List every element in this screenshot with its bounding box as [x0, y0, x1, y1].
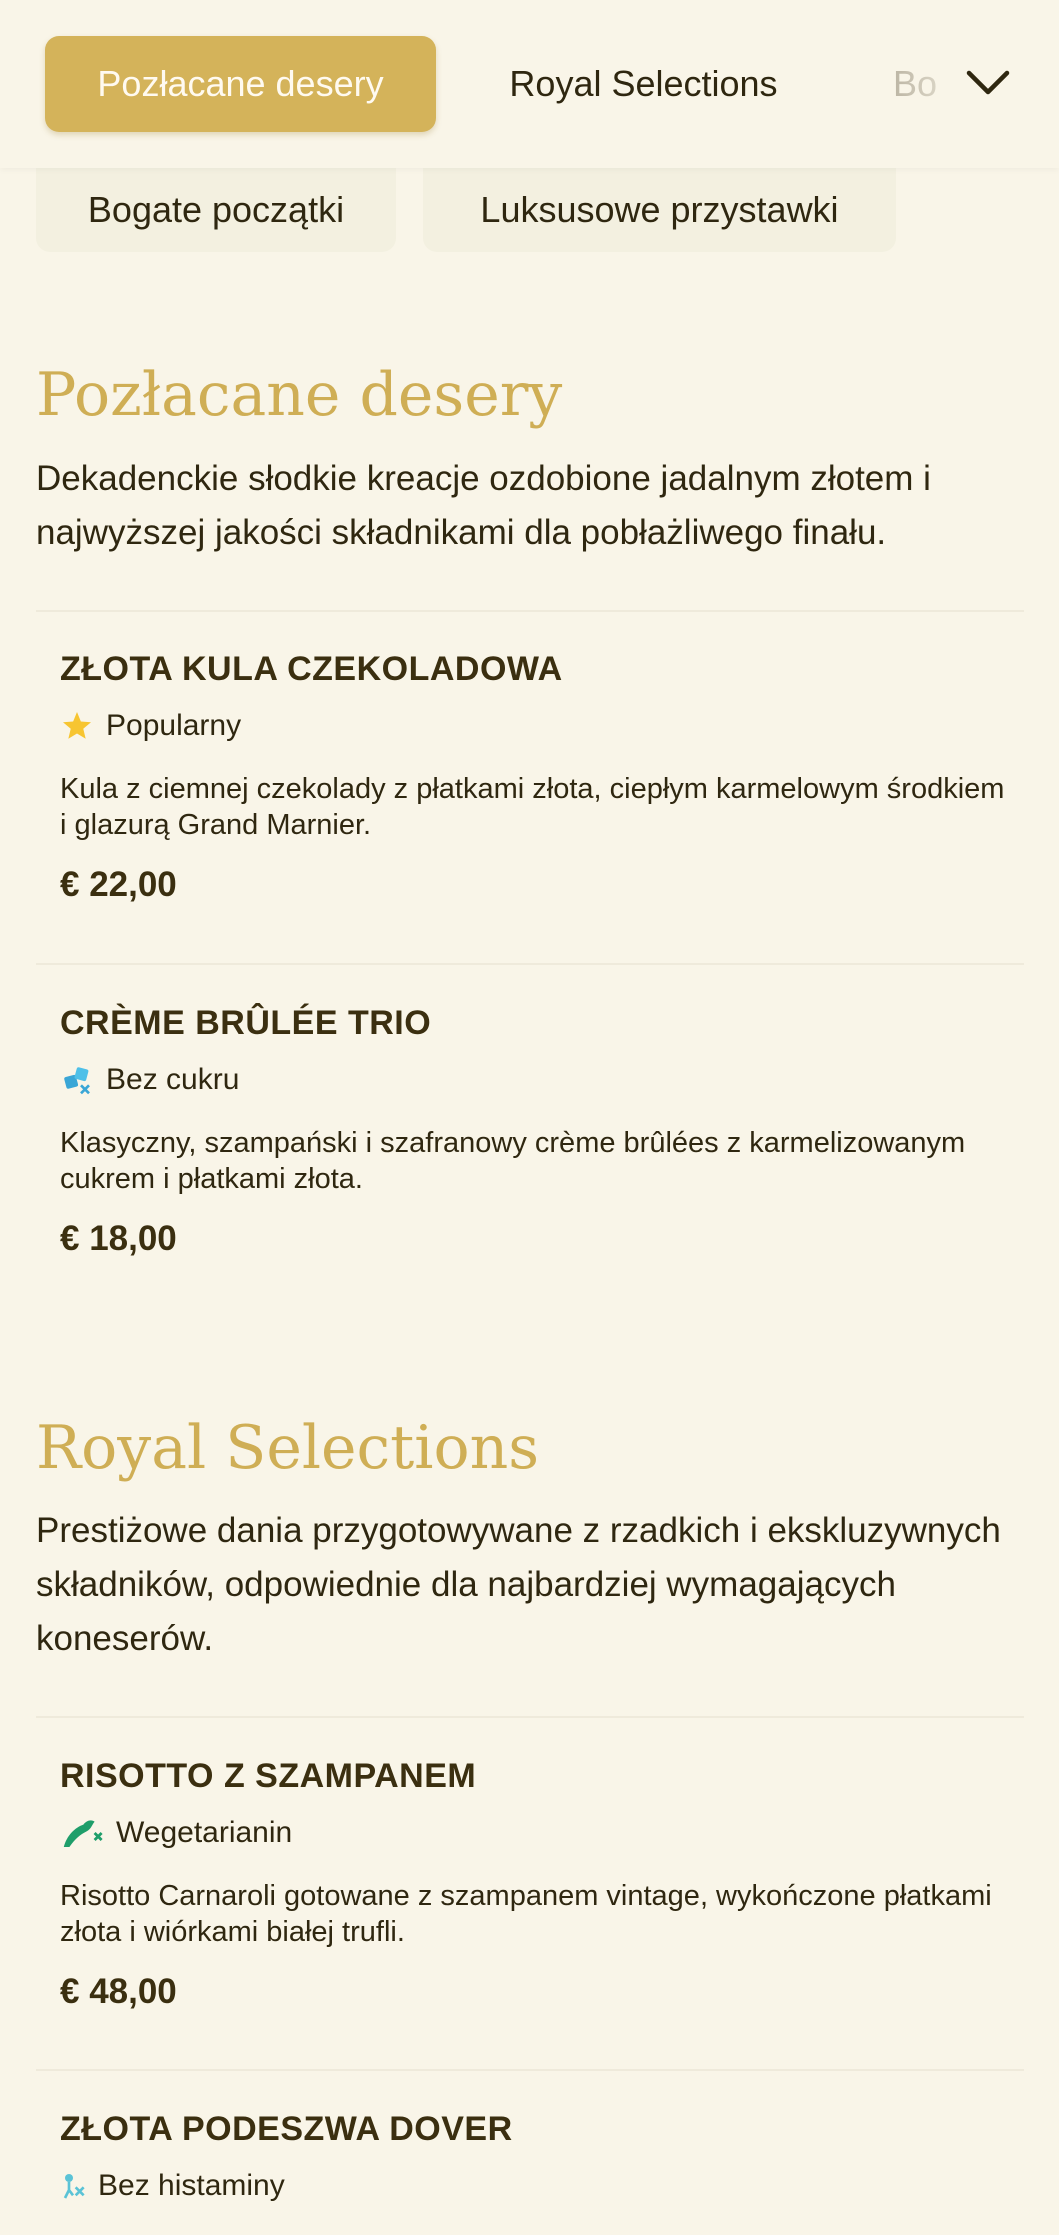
sugar-free-icon [60, 1063, 94, 1097]
item-price: € 22,00 [60, 865, 177, 904]
menu-item[interactable]: RISOTTO Z SZAMPANEM Wegetarianin Risotto… [60, 1757, 1010, 2012]
category-tab-bar: Pozłacane desery Royal Selections Bo [0, 0, 1059, 168]
divider [36, 1716, 1024, 1718]
menu-item[interactable]: ZŁOTA PODESZWA DOVER Bez histaminy [60, 2110, 1010, 2203]
section-title: Pozłacane desery [36, 360, 563, 430]
item-tag-label: Popularny [106, 709, 242, 742]
section-description: Dekadenckie słodkie kreacje ozdobione ja… [36, 459, 931, 552]
item-description: Risotto Carnaroli gotowane z szampanem v… [60, 1880, 992, 1948]
item-tag: Bez histaminy [60, 2169, 1010, 2203]
tab-pozlacane-desery[interactable]: Pozłacane desery [45, 36, 436, 132]
item-price: € 48,00 [60, 1972, 177, 2011]
tab-royal-selections[interactable]: Royal Selections [476, 36, 811, 132]
category-chip-row: Bogate początki Luksusowe przystawki [0, 168, 1059, 256]
item-description: Kula z ciemnej czekolady z płatkami złot… [60, 773, 1005, 841]
menu-item[interactable]: ZŁOTA KULA CZEKOLADOWA Popularny Kula z … [60, 650, 1010, 905]
item-tag-label: Bez cukru [106, 1063, 240, 1096]
item-tag: Popularny [60, 709, 1010, 743]
section-title: Royal Selections [36, 1413, 539, 1483]
chip-luksusowe-przystawki[interactable]: Luksusowe przystawki [423, 168, 896, 252]
item-tag: Wegetarianin [60, 1816, 1010, 1850]
menu-item[interactable]: CRÈME BRÛLÉE TRIO Bez cukru Klasyczny, s… [60, 1004, 1010, 1259]
star-icon [60, 709, 94, 743]
vegetarian-icon [60, 1816, 104, 1850]
section-description: Prestiżowe dania przygotowywane z rzadki… [36, 1511, 1001, 1658]
divider [36, 610, 1024, 612]
item-price: € 18,00 [60, 1219, 177, 1258]
item-description: Klasyczny, szampański i szafranowy crème… [60, 1127, 966, 1195]
chip-bogate-poczatki[interactable]: Bogate początki [36, 168, 396, 252]
item-tag-label: Wegetarianin [116, 1816, 293, 1849]
item-name: CRÈME BRÛLÉE TRIO [60, 1004, 432, 1042]
divider [36, 2069, 1024, 2071]
item-name: ZŁOTA KULA CZEKOLADOWA [60, 650, 563, 688]
histamine-free-icon [60, 2169, 86, 2203]
divider [36, 963, 1024, 965]
item-tag: Bez cukru [60, 1063, 1010, 1097]
item-name: RISOTTO Z SZAMPANEM [60, 1757, 477, 1795]
chevron-down-icon[interactable] [962, 60, 1014, 106]
item-tag-label: Bez histaminy [98, 2169, 285, 2202]
item-name: ZŁOTA PODESZWA DOVER [60, 2110, 513, 2148]
